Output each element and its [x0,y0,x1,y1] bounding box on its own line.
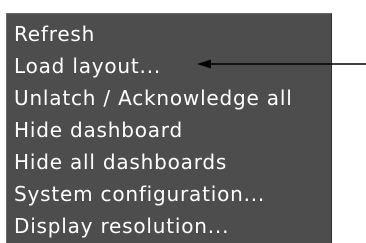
menu-item-refresh[interactable]: Refresh [7,18,331,50]
context-menu: Refresh Load layout... Unlatch / Acknowl… [6,13,332,243]
screenshot-stage: Refresh Load layout... Unlatch / Acknowl… [0,0,366,243]
menu-item-system-configuration[interactable]: System configuration... [7,178,331,210]
callout-arrow-head [197,59,211,69]
menu-item-hide-dashboard[interactable]: Hide dashboard [7,114,331,146]
menu-item-hide-all-dashboards[interactable]: Hide all dashboards [7,146,331,178]
menu-item-display-resolution[interactable]: Display resolution... [7,210,331,242]
callout-arrow-icon [197,59,366,69]
menu-item-unlatch-acknowledge-all[interactable]: Unlatch / Acknowledge all [7,82,331,114]
